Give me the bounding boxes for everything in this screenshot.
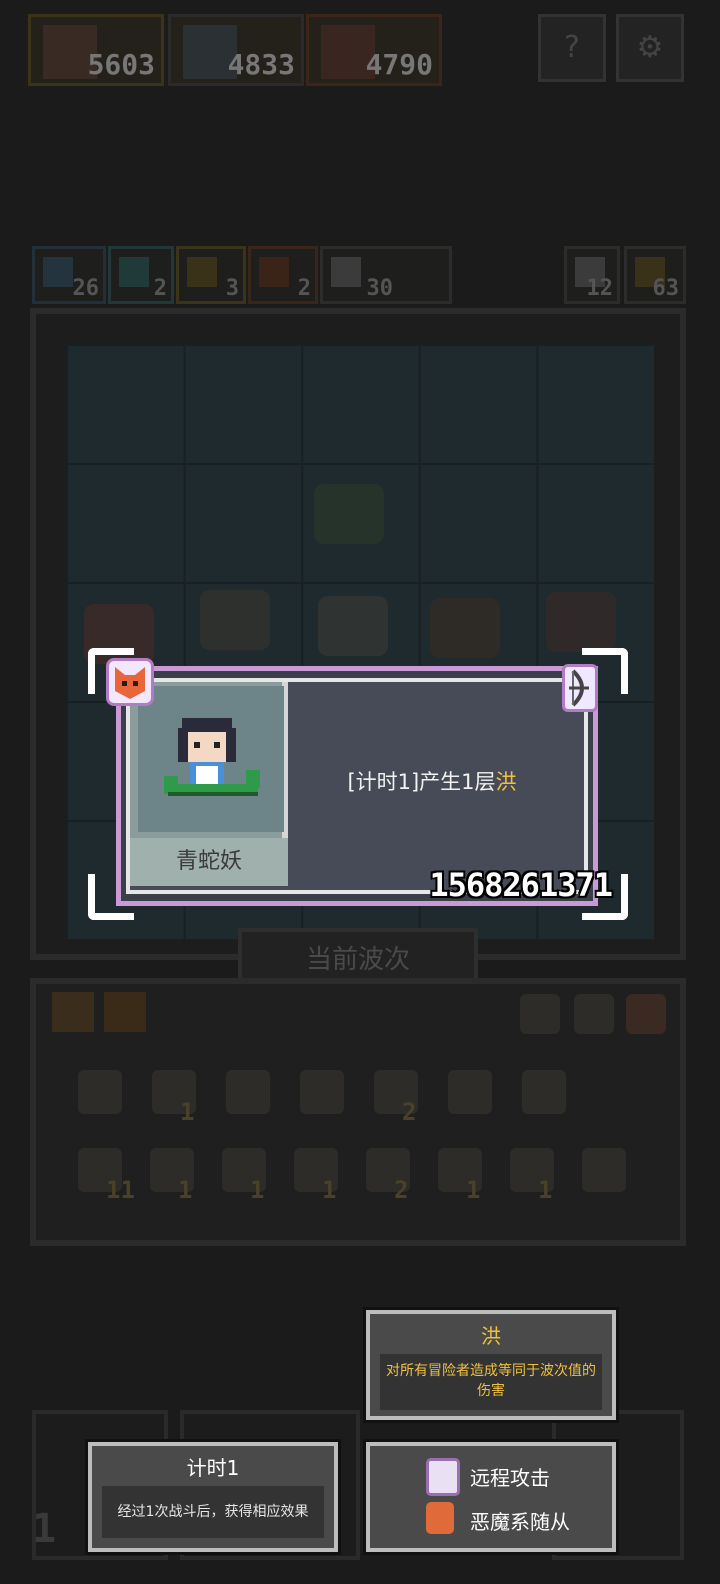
resource-key-small[interactable]: 63 [624,246,686,304]
resource-count: 26 [72,276,100,301]
flood-description: 对所有冒险者造成等同于波次值的伤害 [380,1354,602,1410]
resource-refresh[interactable]: 12 [564,246,620,304]
item-count: 1 [180,1098,195,1126]
hero-score: 5603 [87,48,155,81]
item-count: 1 [322,1176,337,1204]
shield-ring-icon [119,257,149,287]
hero-card-2[interactable]: 4833 [168,14,304,86]
resource-sword[interactable]: 26 [32,246,106,304]
skeleton-monster-icon[interactable] [318,596,388,656]
left-edge-count: 1 [32,1506,57,1552]
hero-score: 4790 [365,48,433,81]
resource-count: 12 [586,276,614,301]
resource-star[interactable]: 2 [248,246,318,304]
resource-count: 63 [652,276,680,301]
bandit-monster-icon[interactable] [200,590,270,650]
skull-filter-icon[interactable] [520,994,560,1034]
bag-filter-icon[interactable] [626,994,666,1034]
star-icon [259,257,289,287]
shield-icon[interactable] [226,1070,270,1114]
ring-filter-icon[interactable] [574,994,614,1034]
resource-battle[interactable]: 30 [320,246,452,304]
resource-count: 2 [297,276,311,301]
item-count: 1 [250,1176,265,1204]
resource-count: 30 [366,276,394,301]
orb-icon[interactable] [448,1070,492,1114]
hut-monster-icon[interactable] [430,598,500,658]
tag-label: 远程攻击 [470,1465,550,1490]
resource-ring[interactable]: 2 [108,246,174,304]
item-count: 1 [178,1176,193,1204]
ship-icon[interactable] [300,1070,344,1114]
bottle-icon[interactable] [78,1070,122,1114]
item-count: 2 [394,1176,409,1204]
fox-demon-icon [106,658,154,706]
stick-icon[interactable] [582,1148,626,1192]
hero-card-1[interactable]: 5603 [28,14,164,86]
tags-tooltip: 远程攻击 恶魔系随从 [366,1442,616,1552]
key-icon [187,257,217,287]
card-id-number: 1568261371 [429,866,613,904]
settings-button[interactable]: ⚙ [616,14,684,82]
flood-title: 洪 [481,1324,501,1348]
help-button[interactable]: ? [538,14,606,82]
timer-title: 计时1 [186,1456,240,1480]
rooster-monster-icon[interactable] [546,592,616,652]
inventory-tab-2[interactable] [104,992,146,1032]
tag-ranged: 远程攻击 [370,1454,612,1498]
item-count: 2 [402,1098,417,1126]
sword-icon [43,257,73,287]
item-count: 1 [538,1176,553,1204]
crossed-swords-icon [331,257,361,287]
item-count: 11 [106,1176,135,1204]
help-icon: ? [564,30,580,65]
timer-description: 经过1次战斗后，获得相应效果 [102,1486,324,1538]
snake-demon-sprite [164,718,260,796]
tag-label: 恶魔系随从 [470,1509,570,1534]
frog-monster-icon[interactable] [314,484,384,544]
minion-portrait [138,686,284,832]
effect-prefix: [计时1]产生1层 [347,770,496,794]
effect-keyword-flood[interactable]: 洪 [496,770,517,794]
timer-tooltip: 计时1 经过1次战斗后，获得相应效果 [88,1442,338,1552]
settings-icon: ⚙ [636,30,664,65]
hero-score: 4833 [227,48,295,81]
minion-name: 青蛇妖 [130,838,288,886]
inventory-tab-1[interactable] [52,992,94,1032]
resource-key[interactable]: 3 [176,246,246,304]
hero-card-3[interactable]: 4790 [306,14,442,86]
bow-icon [562,664,598,712]
tag-demon: 恶魔系随从 [370,1498,612,1542]
resource-count: 3 [225,276,239,301]
demon-icon [426,1502,454,1534]
flood-tooltip: 洪 对所有冒险者造成等同于波次值的伤害 [366,1310,616,1420]
resource-count: 2 [153,276,167,301]
potion-icon[interactable] [522,1070,566,1114]
item-count: 1 [466,1176,481,1204]
minion-effect: [计时1]产生1层洪 [296,766,568,796]
ranged-icon [426,1458,460,1496]
